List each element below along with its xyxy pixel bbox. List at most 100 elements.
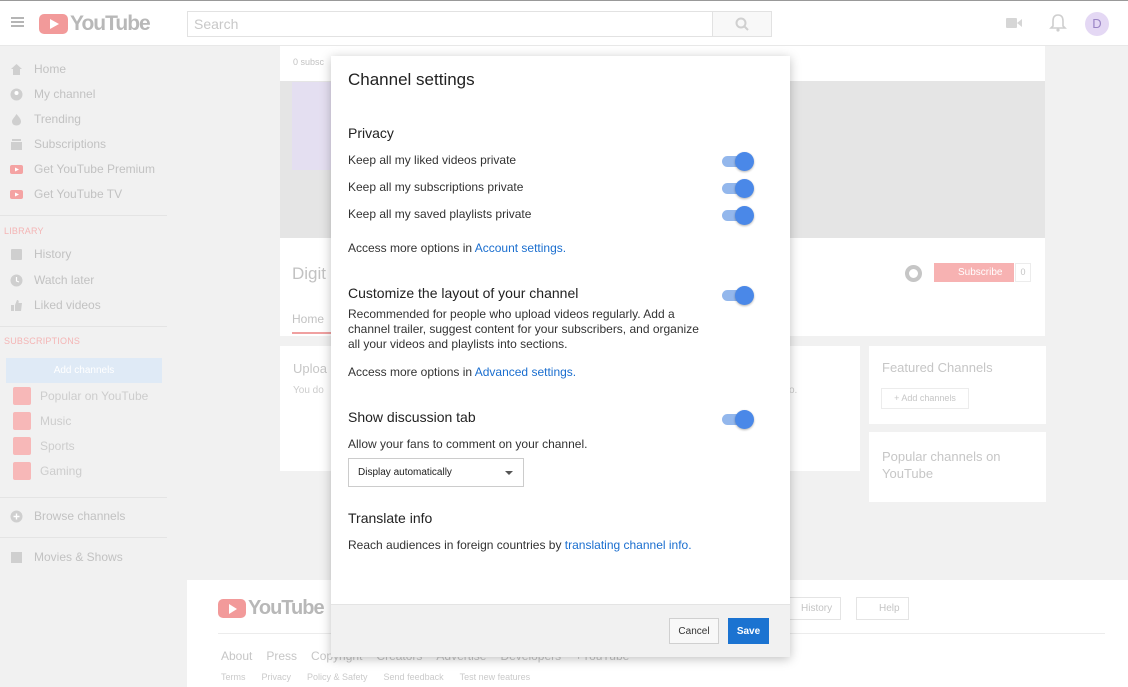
- translate-info-text: Reach audiences in foreign countries by …: [348, 538, 692, 552]
- footer-help-button[interactable]: Help: [856, 597, 909, 620]
- sidebar-item-subscriptions[interactable]: Subscriptions: [0, 132, 167, 156]
- menu-icon[interactable]: [11, 17, 24, 27]
- subscriber-count: 0: [1015, 263, 1031, 282]
- cancel-button[interactable]: Cancel: [669, 618, 719, 644]
- layout-more-options: Access more options in Advanced settings…: [348, 365, 576, 379]
- search-input[interactable]: [188, 12, 712, 36]
- subscription-label: Music: [40, 414, 72, 428]
- footer-logo-text: YouTube: [248, 597, 325, 619]
- channel-thumbnail: [13, 387, 31, 405]
- customize-layout-toggle[interactable]: [722, 286, 754, 305]
- upload-title: Uploa: [293, 361, 327, 376]
- footer-secondary-links: Terms Privacy Policy & Safety Send feedb…: [221, 672, 530, 682]
- footer-link[interactable]: About: [221, 649, 252, 663]
- search-box: [187, 11, 713, 37]
- sidebar-item-my-channel[interactable]: My channel: [0, 82, 167, 106]
- tab-home[interactable]: Home: [292, 312, 332, 334]
- person-icon: [10, 88, 23, 100]
- youtube-tv-icon: [10, 189, 23, 199]
- access-suffix-text: .: [572, 365, 577, 379]
- advanced-settings-link[interactable]: Advanced settings: [475, 365, 573, 379]
- sidebar-item-label: Browse channels: [34, 509, 126, 523]
- popular-channels-title: Popular channels on YouTube: [882, 449, 1001, 481]
- sidebar-item-youtube-tv[interactable]: Get YouTube TV: [0, 182, 167, 206]
- subscription-label: Popular on YouTube: [40, 389, 149, 403]
- upload-video-icon[interactable]: [1004, 13, 1024, 33]
- footer-link[interactable]: Send feedback: [384, 672, 444, 682]
- subscriptions-icon: [11, 138, 22, 150]
- subscriptions-private-toggle[interactable]: [722, 179, 754, 198]
- featured-channels-card: [869, 346, 1046, 424]
- sidebar-item-trending[interactable]: Trending: [0, 107, 167, 131]
- youtube-logo[interactable]: YouTube: [39, 12, 151, 35]
- liked-private-toggle[interactable]: [722, 152, 754, 171]
- sidebar-item-watch-later[interactable]: Watch later: [0, 268, 167, 292]
- sidebar-item-history[interactable]: History: [0, 242, 167, 266]
- subscription-item[interactable]: Popular on YouTube: [0, 384, 167, 408]
- sidebar-item-label: Liked videos: [34, 298, 101, 312]
- access-prefix-text: Access more options in: [348, 241, 475, 255]
- notifications-bell-icon[interactable]: [1048, 13, 1068, 33]
- youtube-play-icon: [218, 599, 246, 618]
- youtube-icon: [10, 164, 23, 174]
- sidebar-item-liked-videos[interactable]: Liked videos: [0, 293, 167, 317]
- footer-youtube-logo[interactable]: YouTube: [218, 597, 325, 620]
- sidebar-item-label: Watch later: [34, 273, 95, 287]
- subscription-label: Gaming: [40, 464, 83, 478]
- access-prefix-text: Access more options in: [348, 365, 475, 379]
- playlists-private-label: Keep all my saved playlists private: [348, 207, 532, 221]
- discussion-tab-description: Allow your fans to comment on your chann…: [348, 437, 588, 451]
- thumbs-up-icon: [11, 299, 22, 311]
- footer-link[interactable]: Terms: [221, 672, 246, 682]
- discussion-display-select[interactable]: Display automatically: [348, 458, 524, 487]
- upload-text: You do: [293, 385, 324, 396]
- select-value: Display automatically: [358, 467, 452, 478]
- flame-icon: [12, 113, 21, 125]
- channel-name: Digit: [292, 264, 327, 283]
- library-section-title: LIBRARY: [4, 226, 44, 236]
- subscriber-strip-text: 0 subsc: [293, 57, 325, 67]
- gear-icon[interactable]: [905, 265, 922, 282]
- discussion-tab-toggle[interactable]: [722, 410, 754, 429]
- subscription-item[interactable]: Sports: [0, 434, 167, 458]
- sidebar-item-label: History: [34, 247, 72, 261]
- account-avatar[interactable]: D: [1085, 12, 1109, 36]
- sidebar-item-label: Movies & Shows: [34, 550, 123, 564]
- plus-circle-icon: [10, 510, 23, 522]
- subscription-item[interactable]: Gaming: [0, 459, 167, 483]
- footer-link[interactable]: Test new features: [460, 672, 531, 682]
- top-bar: YouTube D: [0, 0, 1128, 46]
- privacy-heading: Privacy: [348, 125, 394, 141]
- footer-link[interactable]: Press: [266, 649, 297, 663]
- sidebar-item-premium[interactable]: Get YouTube Premium: [0, 157, 167, 181]
- add-featured-channels-button[interactable]: + Add channels: [881, 388, 969, 409]
- sidebar-item-home[interactable]: Home: [0, 57, 167, 81]
- home-icon: [11, 63, 22, 75]
- sidebar-divider: [0, 497, 167, 498]
- add-channels-button[interactable]: Add channels: [6, 358, 162, 383]
- channel-thumbnail: [13, 412, 31, 430]
- save-button[interactable]: Save: [728, 618, 769, 644]
- sidebar-divider: [0, 537, 167, 538]
- subscribe-button[interactable]: Subscribe: [934, 263, 1014, 282]
- search-icon: [735, 17, 749, 31]
- translate-suffix-text: .: [688, 538, 692, 552]
- subscription-item[interactable]: Music: [0, 409, 167, 433]
- sidebar-item-browse-channels[interactable]: Browse channels: [0, 504, 167, 528]
- dialog-title: Channel settings: [348, 70, 475, 89]
- account-settings-link[interactable]: Account settings: [475, 241, 563, 255]
- playlists-private-toggle[interactable]: [722, 206, 754, 225]
- footer-link[interactable]: Policy & Safety: [307, 672, 368, 682]
- subscriptions-private-label: Keep all my subscriptions private: [348, 180, 524, 194]
- upload-text-tail: o.: [789, 385, 798, 396]
- sidebar: Home My channel Trending Subscriptions G…: [0, 46, 167, 687]
- sidebar-item-movies-shows[interactable]: Movies & Shows: [0, 545, 167, 569]
- liked-private-label: Keep all my liked videos private: [348, 153, 517, 167]
- translating-channel-info-link[interactable]: translating channel info: [565, 538, 688, 552]
- search-button[interactable]: [712, 11, 772, 37]
- logo-text: YouTube: [70, 12, 151, 35]
- channel-thumbnail: [13, 437, 31, 455]
- discussion-tab-heading: Show discussion tab: [348, 409, 476, 425]
- footer-link[interactable]: Privacy: [262, 672, 292, 682]
- channel-thumbnail: [13, 462, 31, 480]
